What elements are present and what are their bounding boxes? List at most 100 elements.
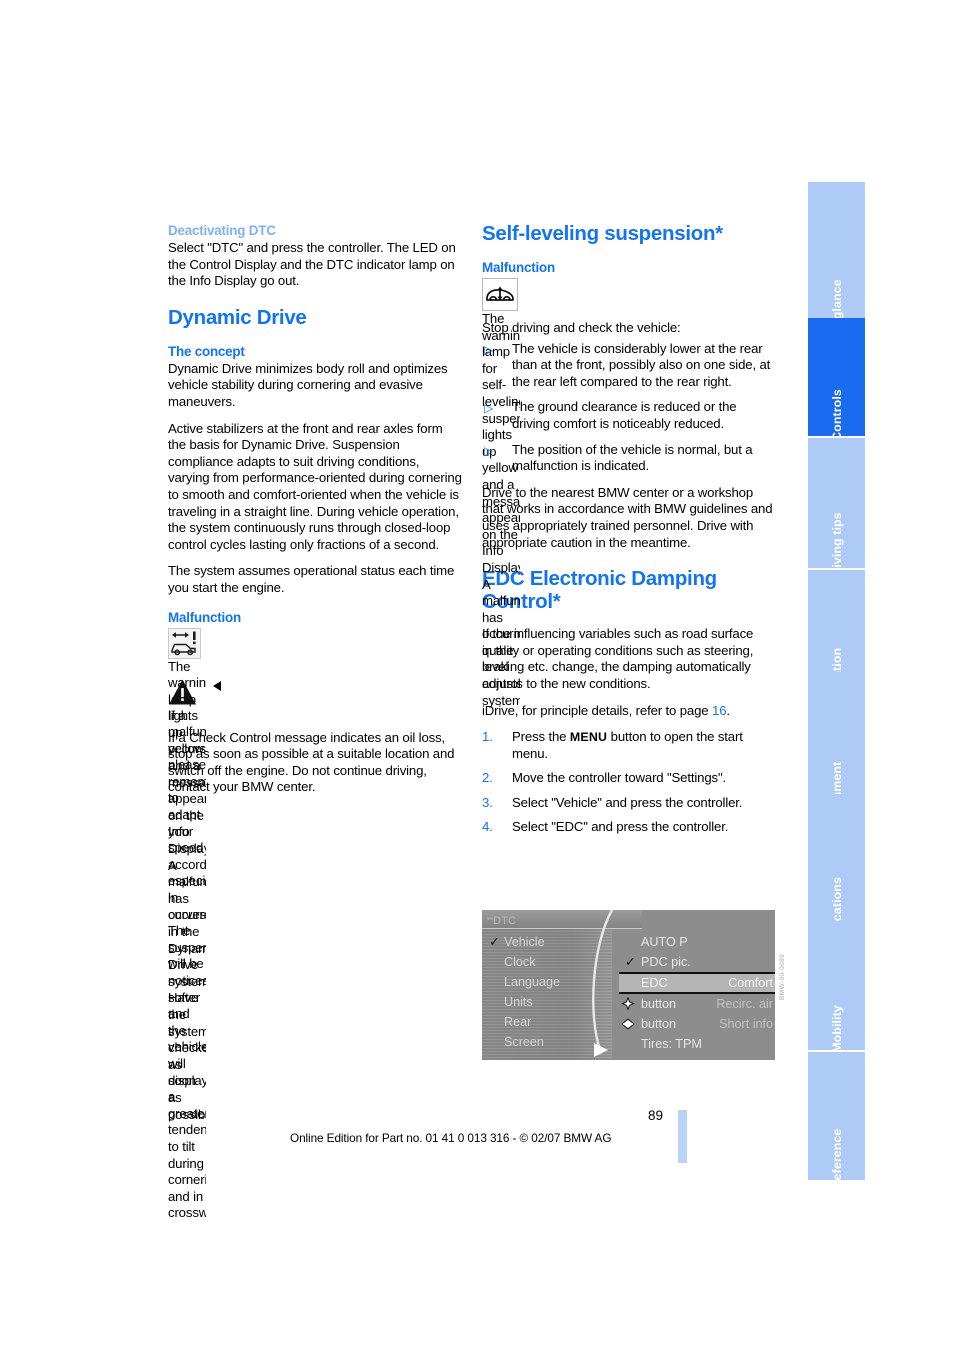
tab-label: Controls bbox=[829, 389, 844, 436]
right-text-column: Self-leveling suspension* Malfunction Th… bbox=[482, 222, 776, 846]
paragraph-concept-2: Active stabilizers at the front and rear… bbox=[168, 420, 462, 552]
warning-triangle-icon: If a malfunction occurs, please remember… bbox=[168, 678, 206, 1220]
list-item: ▷ The ground clearance is reduced or the… bbox=[482, 399, 776, 432]
sidebar-tab-reference[interactable]: Reference bbox=[808, 1052, 865, 1180]
list-item: 3. Select "Vehicle" and press the contro… bbox=[482, 795, 776, 812]
idrive-option-auto-p[interactable]: AUTO P bbox=[619, 932, 775, 952]
figure-code: BMW-00-0089 bbox=[779, 953, 786, 1000]
triangle-bullet-icon: ▷ bbox=[484, 443, 494, 458]
menu-button-key: MENU bbox=[569, 730, 608, 745]
triangle-bullet-icon: ▷ bbox=[484, 401, 494, 416]
dynamic-drive-warning-lamp-icon: The warning lamp lights up yellow and a … bbox=[168, 627, 206, 1122]
step-number: 1. bbox=[482, 729, 493, 745]
dynamic-drive-caution-text: If a malfunction occurs, please remember… bbox=[168, 707, 206, 1221]
idrive-title-bar: ▪▪DTC bbox=[482, 910, 642, 928]
paragraph-deactivating-dtc: Select "DTC" and press the controller. T… bbox=[168, 240, 456, 289]
idrive-menu-label: Screen bbox=[504, 1035, 544, 1049]
tab-label: Reference bbox=[829, 1128, 844, 1180]
paragraph-stop-driving: Stop driving and check the vehicle: bbox=[482, 320, 681, 335]
idrive-menu-label: Units bbox=[504, 995, 533, 1009]
idrive-option-button-short-info[interactable]: button Short info bbox=[619, 1014, 775, 1034]
idrive-left-menu: ✓ Vehicle Clock Language Units Rear Scre… bbox=[489, 932, 615, 1052]
sidebar-tab-mobility[interactable]: Mobility bbox=[808, 922, 865, 1050]
idrive-menu-item-units[interactable]: Units bbox=[490, 992, 615, 1012]
page-reference-link[interactable]: 16 bbox=[712, 703, 727, 718]
idrive-option-label: Tires: TPM bbox=[641, 1037, 702, 1051]
page-number-accent-bar bbox=[678, 1110, 687, 1163]
step-text: Select "Vehicle" and press the controlle… bbox=[512, 794, 743, 810]
tab-label: Mobility bbox=[829, 1005, 844, 1050]
section-tab-strip: At a glance Controls Driving tips Naviga… bbox=[808, 182, 865, 1180]
idrive-title-text: DTC bbox=[493, 915, 517, 927]
step-text: Select "EDC" and press the controller. bbox=[512, 819, 729, 835]
checkmark-icon: ✓ bbox=[489, 934, 500, 949]
list-item: ▷ The vehicle is considerably lower at t… bbox=[482, 341, 776, 391]
idrive-menu-label: Language bbox=[504, 975, 561, 989]
sidebar-tab-controls[interactable]: Controls bbox=[808, 318, 865, 436]
idrive-option-label: AUTO P bbox=[641, 935, 688, 949]
idrive-option-button-recirc[interactable]: button Recirc. air bbox=[619, 994, 775, 1014]
paragraph-edc-intro: If the influencing variables such as roa… bbox=[482, 626, 754, 691]
step-text: Move the controller toward "Settings". bbox=[512, 770, 727, 786]
idrive-option-label: button bbox=[641, 997, 677, 1011]
self-leveling-suspension-lamp-icon: The warning lamp for self-leveling suspe… bbox=[482, 278, 520, 708]
idrive-option-pdc-pic[interactable]: ✓ PDC pic. bbox=[619, 952, 775, 972]
idrive-menu-item-vehicle[interactable]: ✓ Vehicle bbox=[489, 932, 615, 952]
idrive-option-edc[interactable]: EDC Comfort bbox=[619, 972, 775, 994]
idrive-menu-label: Rear bbox=[504, 1015, 532, 1029]
idrive-option-label: EDC bbox=[641, 976, 668, 990]
step-number: 3. bbox=[482, 794, 493, 810]
self-leveling-lamp-block: The warning lamp for self-leveling suspe… bbox=[482, 278, 776, 708]
idrive-screenshot-figure: ▪▪DTC ✓ Vehicle Clock Language Units Rea… bbox=[482, 910, 775, 1060]
edc-step-list: 1. Press the MENU button to open the sta… bbox=[482, 729, 776, 836]
heading-malfunction-self-leveling: Malfunction bbox=[482, 260, 555, 275]
list-item: 2. Move the controller toward "Settings"… bbox=[482, 770, 776, 787]
idrive-menu-item-language[interactable]: Language bbox=[490, 972, 615, 992]
idrive-menu-item-clock[interactable]: Clock bbox=[490, 952, 615, 972]
step-text-pre: Press the bbox=[512, 729, 570, 745]
idrive-menu-label: Vehicle bbox=[504, 935, 545, 949]
idrive-option-value: Comfort bbox=[728, 976, 773, 990]
idrive-menu-label: Clock bbox=[504, 955, 536, 969]
dynamic-drive-caution-block: If a malfunction occurs, please remember… bbox=[168, 678, 462, 1220]
list-item: ▷ The position of the vehicle is normal,… bbox=[482, 442, 776, 475]
heading-deactivating-dtc: Deactivating DTC bbox=[168, 223, 276, 238]
manual-page: Deactivating DTC Select "DTC" and press … bbox=[0, 0, 954, 1351]
paragraph-self-leveling-closing: Drive to the nearest BMW center or a wor… bbox=[482, 484, 773, 550]
paragraph-concept-3: The system assumes operational status ea… bbox=[168, 563, 455, 595]
idrive-menu-item-rear[interactable]: Rear bbox=[490, 1012, 615, 1032]
dynamic-drive-lamp-block: The warning lamp lights up yellow and a … bbox=[168, 627, 462, 1122]
idrive-option-label: button bbox=[641, 1017, 677, 1031]
tab-label: Driving tips bbox=[829, 512, 844, 568]
idrive-option-tires-tpm[interactable]: Tires: TPM bbox=[619, 1034, 775, 1054]
idrive-ref-suffix: . bbox=[726, 702, 730, 718]
idrive-control-display: ▪▪DTC ✓ Vehicle Clock Language Units Rea… bbox=[482, 910, 775, 1060]
sidebar-tab-at-a-glance[interactable]: At a glance bbox=[808, 182, 865, 334]
heading-self-leveling-suspension: Self-leveling suspension* bbox=[482, 222, 723, 245]
idrive-option-value: Recirc. air bbox=[716, 997, 773, 1011]
list-item-text: The position of the vehicle is normal, b… bbox=[512, 441, 753, 474]
list-item-text: The vehicle is considerably lower at the… bbox=[512, 340, 771, 389]
checkmark-icon: ✓ bbox=[625, 954, 636, 969]
heading-malfunction-dynamic-drive: Malfunction bbox=[168, 609, 241, 625]
idrive-option-value: Short info bbox=[719, 1017, 773, 1031]
page-number: 89 bbox=[648, 1108, 664, 1123]
paragraph-concept-1: Dynamic Drive minimizes body roll and op… bbox=[168, 360, 448, 409]
step-number: 4. bbox=[482, 819, 493, 835]
heading-dynamic-drive: Dynamic Drive bbox=[168, 305, 307, 329]
idrive-menu-item-screen[interactable]: Screen bbox=[490, 1032, 615, 1052]
step-number: 2. bbox=[482, 770, 493, 786]
triangle-bullet-icon: ▷ bbox=[484, 342, 494, 357]
list-item: 1. Press the MENU button to open the sta… bbox=[482, 729, 776, 762]
end-of-note-marker bbox=[213, 680, 221, 691]
list-item: 4. Select "EDC" and press the controller… bbox=[482, 819, 776, 836]
sidebar-tab-driving-tips[interactable]: Driving tips bbox=[808, 438, 865, 568]
paragraph-idrive-reference: iDrive, for principle details, refer to … bbox=[482, 703, 776, 720]
heading-the-concept: The concept bbox=[168, 343, 245, 359]
left-text-column: Deactivating DTC Select "DTC" and press … bbox=[168, 222, 462, 1220]
footer-edition-notice: Online Edition for Part no. 01 41 0 013 … bbox=[290, 1131, 612, 1145]
self-leveling-symptom-list: ▷ The vehicle is considerably lower at t… bbox=[482, 341, 776, 475]
idrive-title-divider bbox=[482, 928, 642, 929]
idrive-right-menu: AUTO P ✓ PDC pic. EDC Comfort button Rec… bbox=[619, 932, 775, 1054]
paragraph-oil-loss: If a Check Control message indicates an … bbox=[168, 729, 455, 795]
